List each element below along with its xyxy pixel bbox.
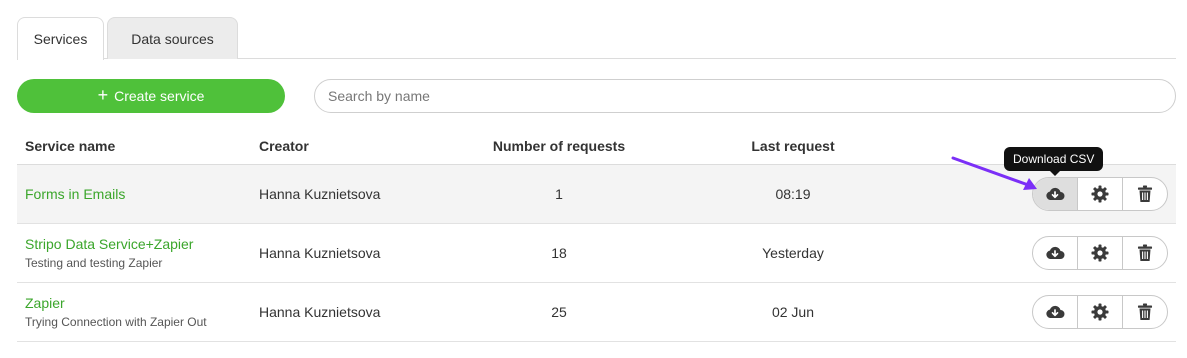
service-name-cell: Stripo Data Service+Zapier Testing and t…	[25, 224, 193, 282]
column-header-creator: Creator	[259, 138, 309, 154]
delete-button[interactable]	[1122, 178, 1167, 210]
column-header-requests: Number of requests	[492, 138, 626, 154]
column-header-service-name: Service name	[25, 138, 116, 154]
last-request-cell: Yesterday	[762, 245, 824, 261]
row-actions	[1032, 177, 1168, 211]
download-csv-button[interactable]	[1033, 296, 1077, 328]
download-csv-tooltip: Download CSV	[1004, 147, 1104, 176]
settings-button[interactable]	[1077, 237, 1122, 269]
table-row: Zapier Trying Connection with Zapier Out…	[17, 283, 1176, 342]
last-request-cell: 08:19	[775, 186, 811, 202]
cloud-download-icon	[1046, 305, 1065, 318]
search-input[interactable]	[314, 79, 1176, 113]
service-name-cell: Forms in Emails	[25, 165, 125, 223]
delete-button[interactable]	[1122, 237, 1167, 269]
tab-services[interactable]: Services	[17, 17, 104, 60]
plus-icon: +	[97, 85, 109, 105]
service-name-link[interactable]: Stripo Data Service+Zapier	[25, 236, 193, 252]
settings-button[interactable]	[1077, 178, 1122, 210]
requests-cell: 1	[555, 186, 563, 202]
creator-cell: Hanna Kuznietsova	[259, 245, 381, 261]
service-name-link[interactable]: Zapier	[25, 295, 207, 311]
tab-bar: Services Data sources	[17, 17, 1176, 60]
delete-button[interactable]	[1122, 296, 1167, 328]
gear-icon	[1091, 244, 1109, 262]
row-actions	[1032, 295, 1168, 329]
cloud-download-icon	[1046, 246, 1065, 259]
table-row: Forms in Emails Hanna Kuznietsova 1 08:1…	[17, 165, 1176, 224]
service-description: Testing and testing Zapier	[25, 256, 163, 270]
download-csv-button[interactable]	[1033, 237, 1077, 269]
trash-icon	[1138, 244, 1152, 261]
requests-cell: 25	[551, 304, 567, 320]
service-name-cell: Zapier Trying Connection with Zapier Out	[25, 283, 207, 341]
gear-icon	[1091, 303, 1109, 321]
column-header-last-request: Last request	[751, 138, 835, 154]
create-service-button[interactable]: + Create service	[17, 79, 285, 113]
settings-button[interactable]	[1077, 296, 1122, 328]
tab-data-sources[interactable]: Data sources	[107, 17, 238, 59]
trash-icon	[1138, 185, 1152, 202]
download-csv-button[interactable]	[1033, 178, 1077, 210]
creator-cell: Hanna Kuznietsova	[259, 304, 381, 320]
table-row: Stripo Data Service+Zapier Testing and t…	[17, 224, 1176, 283]
service-description: Trying Connection with Zapier Out	[25, 315, 207, 329]
service-name-link[interactable]: Forms in Emails	[25, 186, 125, 202]
row-actions	[1032, 236, 1168, 270]
table-header: Service name Creator Number of requests …	[17, 127, 1176, 165]
requests-cell: 18	[551, 245, 567, 261]
gear-icon	[1091, 185, 1109, 203]
cloud-download-icon	[1046, 187, 1065, 200]
last-request-cell: 02 Jun	[771, 304, 815, 320]
creator-cell: Hanna Kuznietsova	[259, 186, 381, 202]
create-service-label: Create service	[114, 88, 205, 104]
trash-icon	[1138, 303, 1152, 320]
